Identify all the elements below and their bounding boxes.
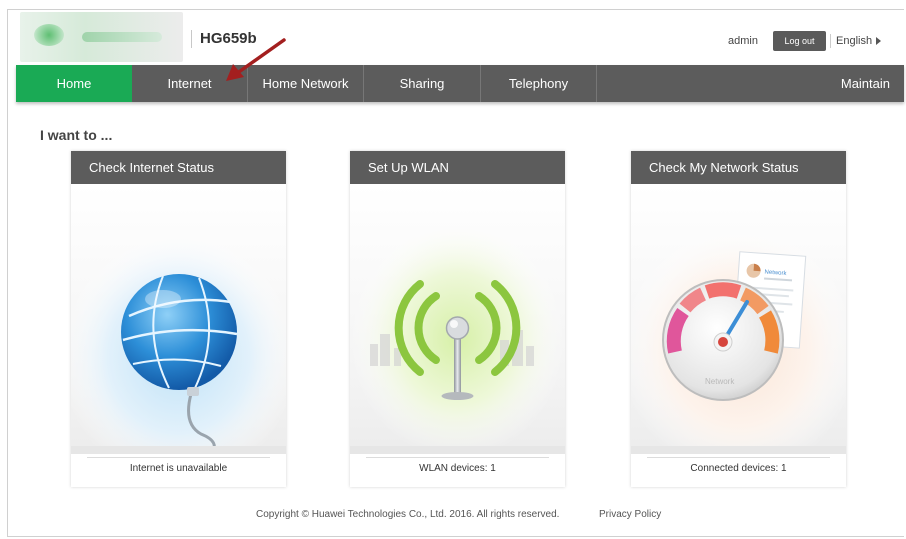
- language-selector[interactable]: English: [836, 35, 882, 47]
- wifi-antenna-icon: [350, 214, 565, 454]
- network-gauge-icon: Network Network: [631, 224, 846, 454]
- nav-item-sharing[interactable]: Sharing: [364, 65, 481, 102]
- nav-item-telephony[interactable]: Telephony: [481, 65, 597, 102]
- header-divider: [191, 30, 192, 48]
- caret-right-icon: [876, 37, 882, 46]
- logout-button[interactable]: Log out: [773, 31, 826, 51]
- copyright-text: Copyright © Huawei Technologies Co., Ltd…: [256, 509, 560, 520]
- wlan-devices-text: WLAN devices: 1: [366, 457, 549, 479]
- brand-logo: [20, 12, 183, 62]
- privacy-policy-link[interactable]: Privacy Policy: [599, 509, 661, 520]
- globe-icon: [71, 224, 286, 454]
- logo-text-blurred: [82, 32, 162, 42]
- card-title[interactable]: Check My Network Status: [631, 151, 846, 184]
- section-heading: I want to ...: [40, 127, 113, 143]
- header-divider: [830, 34, 831, 48]
- card-title[interactable]: Check Internet Status: [71, 151, 286, 184]
- nav-item-home[interactable]: Home: [16, 65, 132, 102]
- gauge-label: Network: [705, 377, 735, 386]
- main-nav: Home Internet Home Network Sharing Telep…: [16, 65, 904, 102]
- card-illustration: [350, 184, 565, 454]
- card-check-network-status[interactable]: Check My Network Status Network Network …: [631, 151, 846, 487]
- card-illustration: Network Network: [631, 184, 846, 454]
- card-check-internet-status[interactable]: Check Internet Status Internet is unavai…: [71, 151, 286, 487]
- card-set-up-wlan[interactable]: Set Up WLAN WLAN devices: 1: [350, 151, 565, 487]
- annotation-arrow-icon: [226, 38, 286, 81]
- card-title[interactable]: Set Up WLAN: [350, 151, 565, 184]
- connected-devices-text: Connected devices: 1: [647, 457, 830, 479]
- card-illustration: [71, 184, 286, 454]
- username: admin: [728, 35, 758, 47]
- language-label: English: [836, 35, 873, 47]
- nav-item-maintain[interactable]: Maintain: [804, 65, 904, 102]
- internet-status-text: Internet is unavailable: [87, 457, 270, 479]
- logo-mark: [34, 24, 64, 46]
